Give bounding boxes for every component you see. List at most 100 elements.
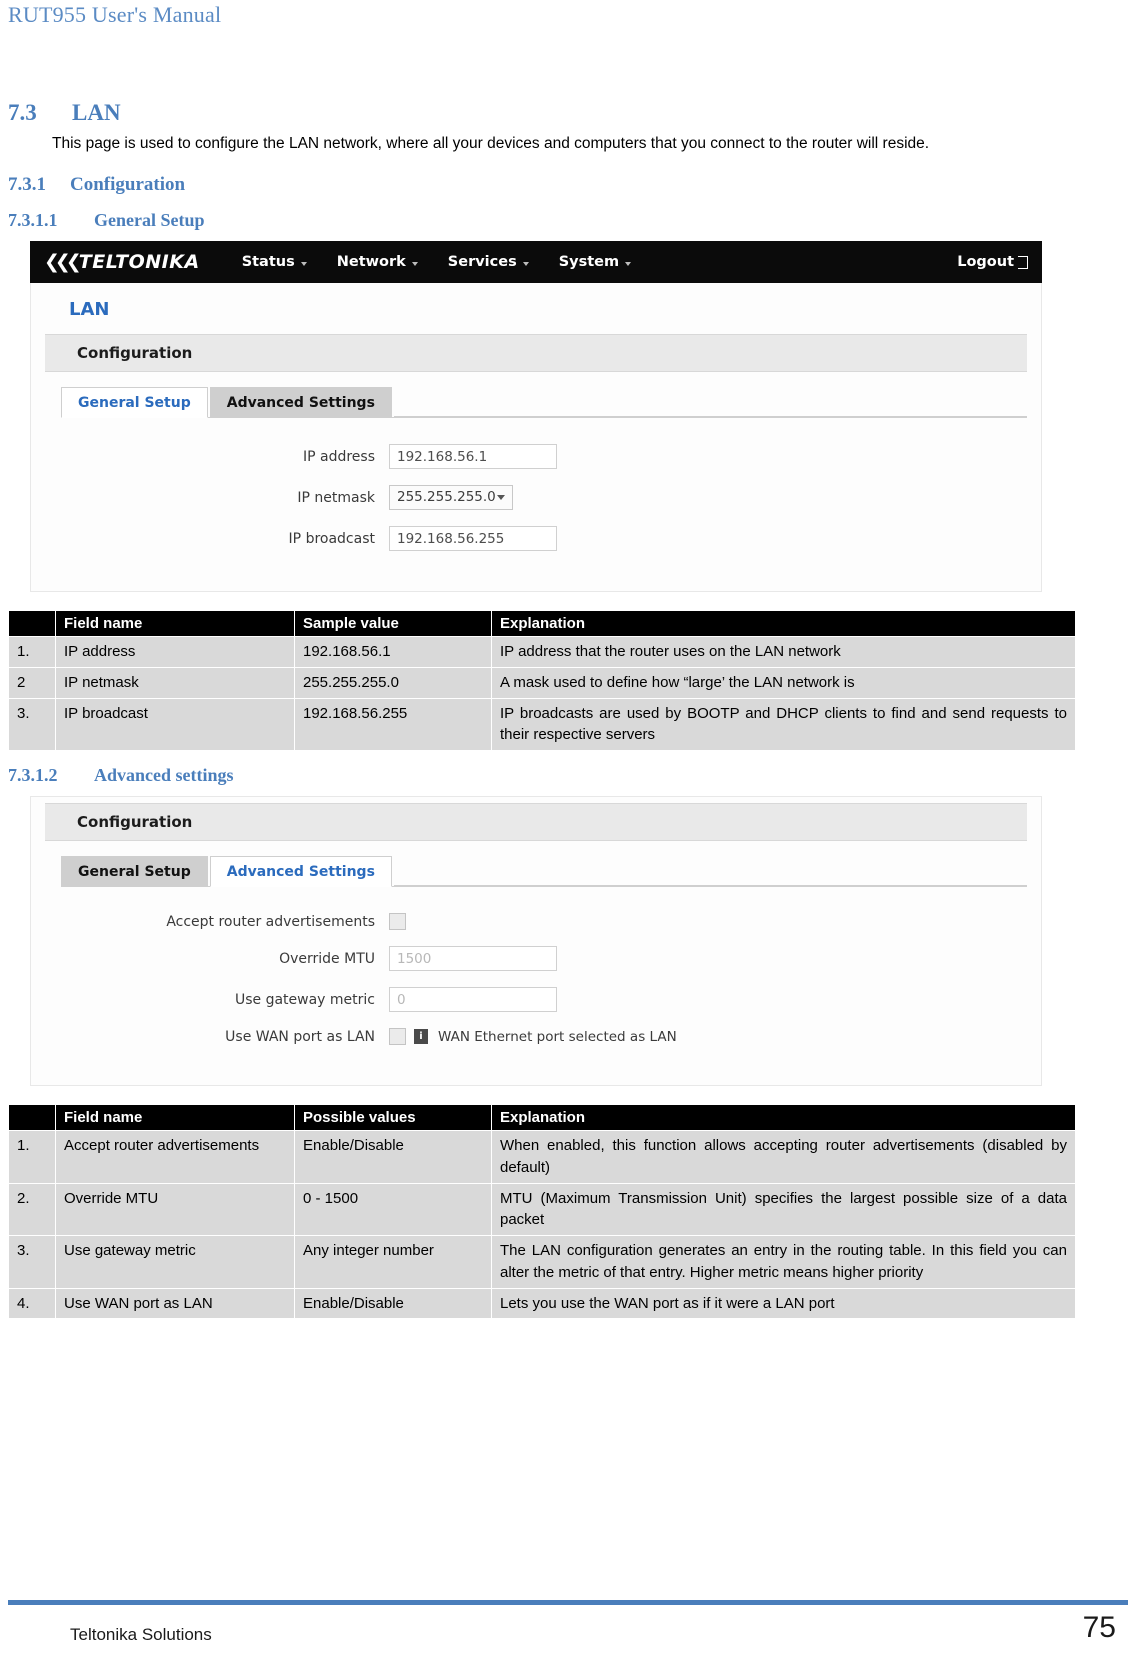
cell-field-name: Use gateway metric [55,1235,295,1289]
subsection-number: 7.3.1 [8,174,46,196]
logo-text: TELTONIKA [78,251,200,274]
section-heading-lan: 7.3 LAN [8,100,1076,126]
nav-item-system[interactable]: System [558,254,632,271]
nav-item-status[interactable]: Status [242,254,307,270]
form-row-ip-broadcast: IP broadcast 192.168.56.255 [31,526,1041,552]
use-wan-port-as-lan-label: Use WAN port as LAN [225,1028,375,1045]
cell-index: 3. [8,697,56,752]
subsubsection-heading-advanced-settings: 7.3.1.2 Advanced settings [8,765,1076,786]
ip-broadcast-label: IP broadcast [288,530,375,547]
form-row-ip-address: IP address 192.168.56.1 [31,444,1041,470]
cell-possible-values: Enable/Disable [294,1130,492,1184]
form-row-use-wan-port-as-lan: Use WAN port as LAN i WAN Ethernet port … [31,1028,1041,1046]
accept-router-advertisements-label: Accept router advertisements [166,913,375,930]
cell-field-name: Override MTU [55,1182,295,1237]
ip-address-input[interactable]: 192.168.56.1 [389,444,557,470]
table-row: 3. Use gateway metric Any integer number… [8,1235,1076,1289]
section-number: 7.3 [8,100,37,125]
page-number: 75 [1082,1611,1116,1644]
nav-item-services[interactable]: Services [448,254,529,270]
override-mtu-label: Override MTU [279,950,375,967]
logout-button[interactable]: Logout [957,254,1028,270]
chevrons-icon: ❮❮❮ [44,251,82,274]
cell-sample-value: 255.255.255.0 [294,666,492,699]
panel-header-configuration: Configuration [45,803,1027,842]
header-possible-values: Possible values [294,1104,492,1132]
header-field-name: Field name [55,610,295,638]
cell-sample-value: 192.168.56.1 [294,636,492,668]
teltonika-logo: ❮❮❮ TELTONIKA [44,251,200,273]
tab-advanced-settings[interactable]: Advanced Settings [209,387,392,419]
subsection-heading-configuration: 7.3.1 Configuration [8,174,1076,196]
header-field-name: Field name [55,1104,295,1132]
page-title: LAN [69,299,110,321]
nav-item-network[interactable]: Network [337,254,418,270]
footer-company: Teltonika Solutions [70,1625,212,1644]
router-page-advanced: Configuration General Setup Advanced Set… [30,796,1042,1087]
tab-general-setup[interactable]: General Setup [61,387,208,419]
override-mtu-input[interactable]: 1500 [389,946,557,972]
table-advanced-settings-fields: Field name Possible values Explanation 1… [8,1104,1076,1320]
logout-label: Logout [957,254,1014,271]
cell-explanation: The LAN configuration generates an entry… [491,1235,1076,1289]
page-footer: Teltonika Solutions 75 [8,1600,1128,1645]
cell-explanation: IP broadcasts are used by BOOTP and DHCP… [491,697,1076,752]
cell-field-name: IP netmask [55,666,295,699]
general-setup-form: IP address 192.168.56.1 IP netmask 255.2… [31,418,1041,577]
form-row-accept-router-advertisements: Accept router advertisements [31,913,1041,931]
subsubsection-heading-general-setup: 7.3.1.1 General Setup [8,210,1076,231]
accept-router-advertisements-checkbox[interactable] [389,913,406,931]
header-explanation: Explanation [491,1104,1076,1132]
table-header-row: Field name Sample value Explanation [8,610,1076,638]
tab-advanced-settings[interactable]: Advanced Settings [209,856,392,888]
header-index [8,610,56,638]
router-page-general: LAN Configuration General Setup Advanced… [30,283,1042,593]
screenshot-general-setup: ❮❮❮ TELTONIKA Status Network Services Sy… [30,241,1042,593]
ip-netmask-label: IP netmask [297,489,375,506]
info-icon[interactable]: i [414,1029,428,1045]
subsubsection-title: Advanced settings [94,765,234,786]
table-row: 4. Use WAN port as LAN Enable/Disable Le… [8,1287,1076,1320]
cell-possible-values: 0 - 1500 [294,1182,492,1237]
tab-strip-filler [393,855,1027,887]
cell-possible-values: Enable/Disable [294,1287,492,1320]
page-body: 7.3 LAN This page is used to configure t… [8,100,1076,1320]
section-intro-paragraph: This page is used to configure the LAN n… [52,135,930,152]
chevron-down-icon [300,261,307,266]
cell-field-name: IP address [55,636,295,668]
footer-content: Teltonika Solutions 75 [8,1605,1128,1645]
router-navbar: ❮❮❮ TELTONIKA Status Network Services Sy… [30,241,1042,284]
advanced-settings-form: Accept router advertisements Override MT… [31,887,1041,1071]
form-row-use-gateway-metric: Use gateway metric 0 [31,987,1041,1013]
chevron-down-icon [625,261,632,266]
cell-explanation: A mask used to define how “large’ the LA… [491,666,1076,699]
section-title: LAN [72,100,121,125]
cell-field-name: Use WAN port as LAN [55,1287,295,1320]
nav-label: Status [241,254,295,271]
header-explanation: Explanation [491,610,1076,638]
ip-broadcast-input[interactable]: 192.168.56.255 [389,526,557,552]
use-gateway-metric-input[interactable]: 0 [389,987,557,1013]
table-row: 3. IP broadcast 192.168.56.255 IP broadc… [8,697,1076,752]
ip-netmask-select[interactable]: 255.255.255.0 [389,485,513,511]
cell-index: 3. [8,1235,56,1289]
ip-netmask-value: 255.255.255.0 [397,489,496,506]
panel-header-configuration: Configuration [45,334,1027,373]
header-sample-value: Sample value [294,610,492,638]
tab-strip: General Setup Advanced Settings [61,855,1027,888]
nav-label: System [558,254,620,271]
subsubsection-number: 7.3.1.2 [8,765,58,786]
screenshot-advanced-settings: Configuration General Setup Advanced Set… [30,796,1042,1087]
table-row: 2 IP netmask 255.255.255.0 A mask used t… [8,666,1076,699]
cell-sample-value: 192.168.56.255 [294,697,492,752]
subsubsection-number: 7.3.1.1 [8,210,58,231]
router-main-menu: Status Network Services System [242,254,632,271]
nav-label: Services [447,254,517,271]
cell-field-name: IP broadcast [55,697,295,752]
chevron-down-icon [411,261,418,266]
cell-index: 1. [8,1130,56,1184]
tab-general-setup[interactable]: General Setup [61,856,208,888]
nav-label: Network [336,254,406,271]
use-wan-port-as-lan-checkbox[interactable] [389,1028,406,1046]
chevron-down-icon [522,261,529,266]
